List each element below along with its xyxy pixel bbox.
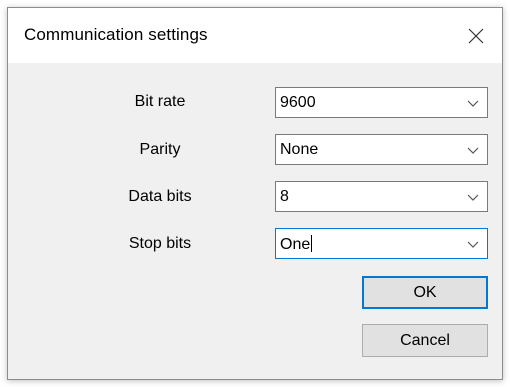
close-button[interactable] [450, 8, 502, 63]
title-bar: Communication settings [8, 8, 502, 63]
dialog-title: Communication settings [24, 25, 208, 44]
parity-label: Parity [139, 141, 181, 158]
chevron-down-icon [467, 194, 479, 201]
stop-bits-label: Stop bits [128, 235, 192, 252]
stop-bits-value-wrap: One [280, 235, 313, 254]
stop-bits-select[interactable]: One [275, 228, 488, 259]
parity-select[interactable]: None [275, 134, 488, 165]
parity-value: None [280, 141, 319, 158]
chevron-down-icon [467, 241, 479, 248]
bit-rate-label: Bit rate [134, 93, 186, 110]
data-bits-value: 8 [280, 188, 289, 205]
data-bits-label: Data bits [128, 188, 192, 205]
data-bits-select[interactable]: 8 [275, 181, 488, 212]
chevron-down-icon [467, 100, 479, 107]
text-caret [311, 235, 313, 252]
chevron-down-icon [467, 147, 479, 154]
communication-settings-dialog: Communication settings Bit rate 9600 Par… [7, 7, 503, 380]
close-icon [468, 28, 484, 43]
stop-bits-value: One [280, 236, 311, 253]
bit-rate-select[interactable]: 9600 [275, 87, 488, 118]
ok-button[interactable]: OK [362, 276, 488, 309]
cancel-button[interactable]: Cancel [362, 324, 488, 357]
bit-rate-value: 9600 [280, 94, 316, 111]
